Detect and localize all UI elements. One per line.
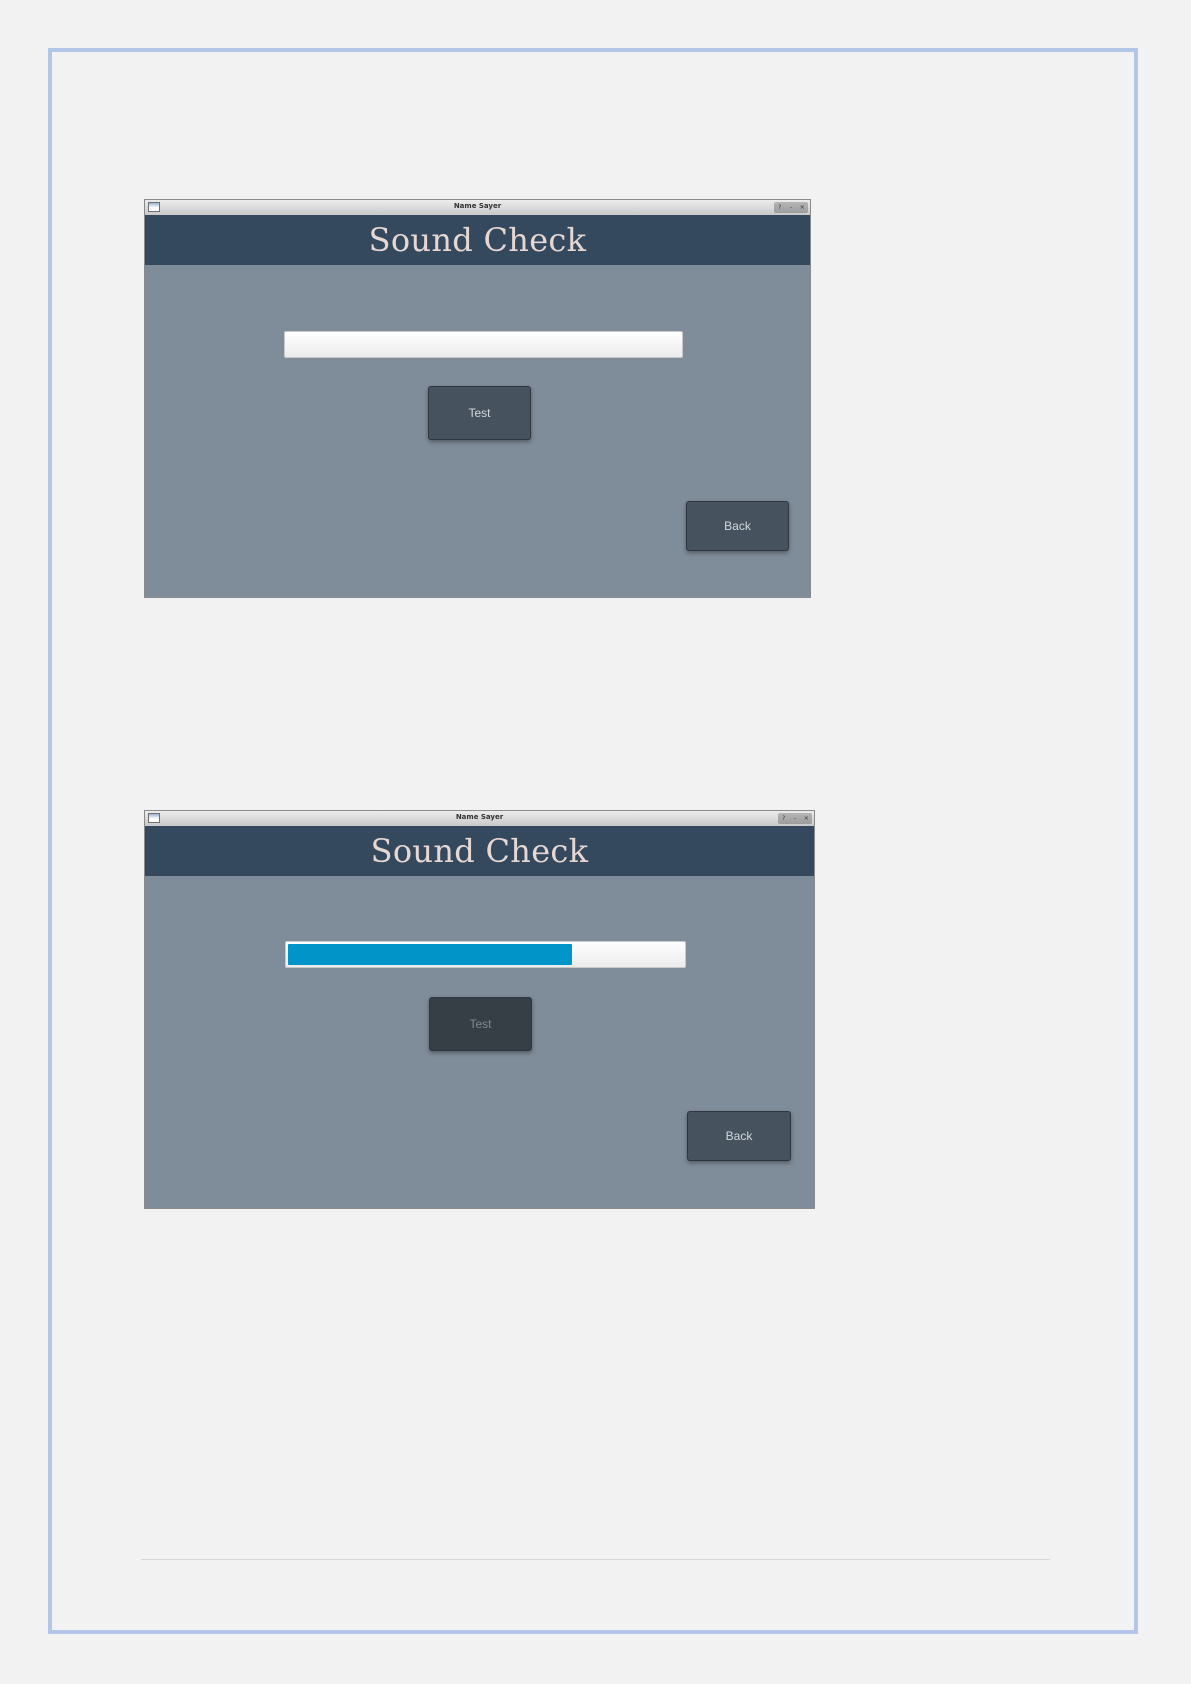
close-icon[interactable]: × [797, 202, 807, 213]
window-controls: ? - × [778, 813, 812, 824]
window-title: Name Sayer [453, 202, 502, 210]
header-band: Sound Check [145, 215, 810, 265]
footer-rule [141, 1559, 1050, 1560]
back-button[interactable]: Back [687, 1111, 791, 1161]
minimize-icon[interactable]: - [786, 202, 796, 213]
header-band: Sound Check [145, 826, 814, 876]
minimize-icon[interactable]: - [790, 813, 800, 824]
test-button[interactable]: Test [428, 386, 531, 440]
window-titlebar[interactable]: Name Sayer ? - × [145, 200, 810, 216]
window-title: Name Sayer [455, 813, 504, 821]
page-title: Sound Check [368, 221, 587, 259]
app-window-sound-check-idle: Name Sayer ? - × Sound Check Test Back [144, 199, 811, 598]
app-window-sound-check-testing: Name Sayer ? - × Sound Check Test Back [144, 810, 815, 1209]
window-controls: ? - × [774, 202, 808, 213]
test-button[interactable]: Test [429, 997, 532, 1051]
sound-level-progress-bar [284, 331, 683, 358]
help-icon[interactable]: ? [775, 202, 785, 213]
progress-fill [288, 944, 572, 965]
close-icon[interactable]: × [801, 813, 811, 824]
page-title: Sound Check [370, 832, 589, 870]
window-titlebar[interactable]: Name Sayer ? - × [145, 811, 814, 827]
help-icon[interactable]: ? [779, 813, 789, 824]
sound-level-progress-bar [285, 941, 686, 968]
back-button[interactable]: Back [686, 501, 789, 551]
